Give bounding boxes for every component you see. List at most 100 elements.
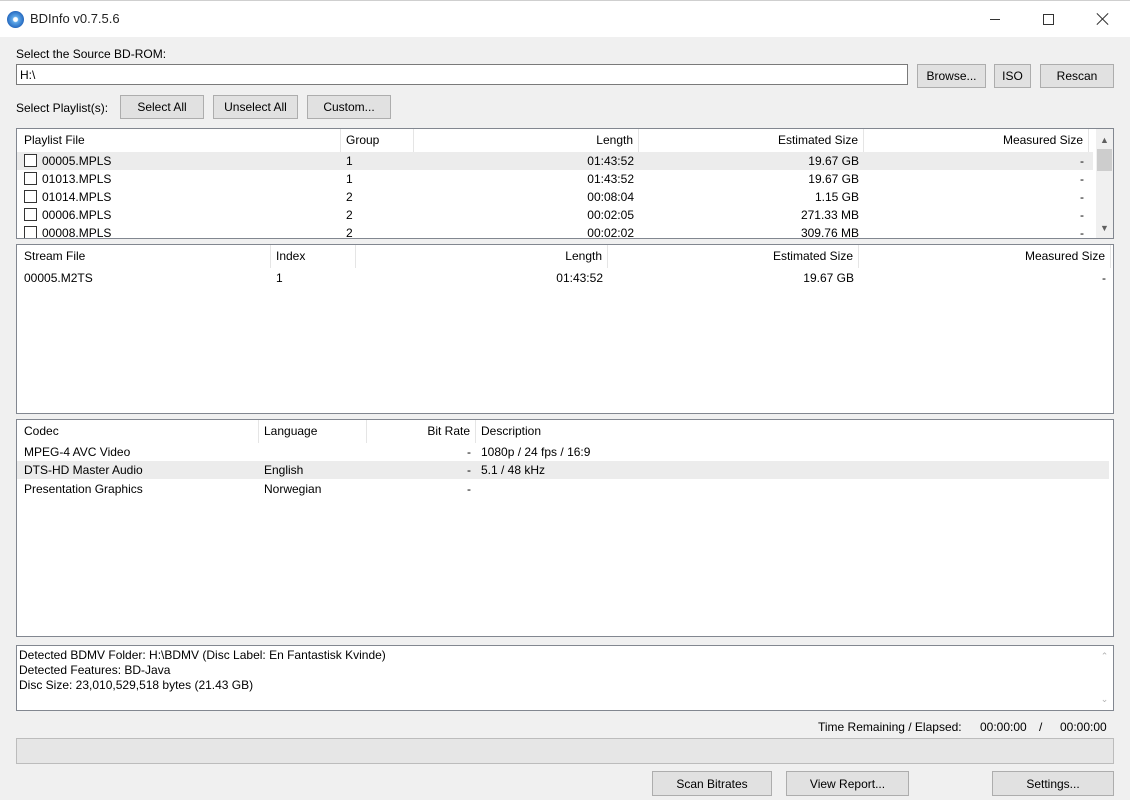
playlist-checkbox[interactable] xyxy=(24,190,37,203)
scroll-down-arrow-icon[interactable]: ▼ xyxy=(1096,219,1113,236)
stream-index: 1 xyxy=(276,271,283,285)
playlist-length: 00:08:04 xyxy=(587,190,634,204)
bdinfo-window: BDInfo v0.7.5.6 Select the Source BD-ROM… xyxy=(0,0,1130,800)
playlist-length: 01:43:52 xyxy=(587,172,634,186)
scroll-up-arrow-icon[interactable]: ▲ xyxy=(1096,131,1113,148)
scan-bitrates-button[interactable]: Scan Bitrates xyxy=(652,771,772,796)
log-line: Detected Features: BD-Java xyxy=(19,663,171,677)
playlist-length: 01:43:52 xyxy=(587,154,634,168)
rescan-button[interactable]: Rescan xyxy=(1040,64,1114,88)
playlist-measured-size: - xyxy=(1080,172,1084,186)
column-header[interactable]: Group xyxy=(341,129,414,152)
unselect-all-button[interactable]: Unselect All xyxy=(213,95,298,119)
log-line: Detected BDMV Folder: H:\BDMV (Disc Labe… xyxy=(19,648,386,662)
log-textbox[interactable]: Detected BDMV Folder: H:\BDMV (Disc Labe… xyxy=(16,645,1114,711)
playlist-checkbox[interactable] xyxy=(24,154,37,167)
minimize-button[interactable] xyxy=(968,1,1022,37)
table-row[interactable]: DTS-HD Master Audio English - 5.1 / 48 k… xyxy=(17,461,1109,479)
maximize-button[interactable] xyxy=(1021,1,1075,37)
codec-list[interactable]: Codec Language Bit Rate Description MPEG… xyxy=(16,419,1114,637)
playlist-estimated-size: 1.15 GB xyxy=(814,190,859,204)
column-header[interactable]: Bit Rate xyxy=(367,420,476,443)
playlist-group: 2 xyxy=(346,208,353,222)
column-header[interactable]: Language xyxy=(259,420,367,443)
column-header[interactable]: Length xyxy=(414,129,639,152)
log-scrollbar[interactable]: ⌃ ⌄ xyxy=(1096,646,1113,710)
stream-estimated-size: 19.67 GB xyxy=(803,271,854,285)
column-header[interactable]: Length xyxy=(356,245,608,268)
stream-file: 00005.M2TS xyxy=(24,271,93,285)
codec-description: 1080p / 24 fps / 16:9 xyxy=(481,445,591,459)
codec-language: English xyxy=(264,463,304,477)
bdinfo-disc-icon xyxy=(7,11,24,28)
column-header[interactable]: Estimated Size xyxy=(608,245,859,268)
table-row[interactable]: 00006.MPLS 2 00:02:05 271.33 MB - xyxy=(17,206,1093,224)
column-header[interactable]: Codec xyxy=(19,420,259,443)
playlist-file: 00006.MPLS xyxy=(42,208,112,222)
codec-bitrate: - xyxy=(467,482,471,496)
playlist-scrollbar[interactable]: ▲ ▼ xyxy=(1096,129,1113,238)
playlist-measured-size: - xyxy=(1080,208,1084,222)
table-row[interactable]: 01013.MPLS 1 01:43:52 19.67 GB - xyxy=(17,170,1093,188)
codec-bitrate: - xyxy=(467,445,471,459)
playlist-measured-size: - xyxy=(1080,154,1084,168)
select-all-button[interactable]: Select All xyxy=(120,95,204,119)
playlist-list-header: Playlist File Group Length Estimated Siz… xyxy=(17,129,1113,152)
column-header[interactable]: Estimated Size xyxy=(639,129,864,152)
playlist-file: 00008.MPLS xyxy=(42,226,112,239)
playlist-file: 01014.MPLS xyxy=(42,190,112,204)
table-row[interactable]: 00005.MPLS 1 01:43:52 19.67 GB - xyxy=(17,152,1093,170)
codec-language xyxy=(259,443,367,461)
table-row[interactable]: 00005.M2TS 1 01:43:52 19.67 GB - xyxy=(17,269,1111,287)
playlist-select-label: Select Playlist(s): xyxy=(16,101,109,115)
playlist-checkbox[interactable] xyxy=(24,172,37,185)
table-row[interactable]: 00008.MPLS 2 00:02:02 309.76 MB - xyxy=(17,224,1093,239)
codec-name: MPEG-4 AVC Video xyxy=(24,445,131,459)
iso-button[interactable]: ISO xyxy=(994,64,1031,88)
close-icon xyxy=(1097,13,1109,25)
stream-list[interactable]: Stream File Index Length Estimated Size … xyxy=(16,244,1114,414)
column-header[interactable]: Stream File xyxy=(19,245,271,268)
column-header[interactable]: Measured Size xyxy=(864,129,1089,152)
playlist-estimated-size: 271.33 MB xyxy=(800,208,859,222)
scan-progress-bar xyxy=(16,738,1114,764)
playlist-group: 1 xyxy=(346,172,353,186)
custom-button[interactable]: Custom... xyxy=(307,95,391,119)
playlist-group: 2 xyxy=(346,226,353,239)
table-row[interactable]: MPEG-4 AVC Video - 1080p / 24 fps / 16:9 xyxy=(17,443,1109,461)
playlist-list[interactable]: Playlist File Group Length Estimated Siz… xyxy=(16,128,1114,239)
settings-button[interactable]: Settings... xyxy=(992,771,1114,796)
playlist-file: 01013.MPLS xyxy=(42,172,112,186)
playlist-length: 00:02:02 xyxy=(587,226,634,239)
log-line: Disc Size: 23,010,529,518 bytes (21.43 G… xyxy=(19,678,254,692)
time-elapsed-value: 00:00:00 xyxy=(1060,720,1107,734)
codec-bitrate: - xyxy=(467,463,471,477)
playlist-checkbox[interactable] xyxy=(24,226,37,238)
view-report-button[interactable]: View Report... xyxy=(786,771,909,796)
playlist-measured-size: - xyxy=(1080,226,1084,239)
playlist-estimated-size: 19.67 GB xyxy=(808,154,859,168)
source-label: Select the Source BD-ROM: xyxy=(16,47,167,61)
codec-description: 5.1 / 48 kHz xyxy=(481,463,546,477)
playlist-estimated-size: 19.67 GB xyxy=(808,172,859,186)
playlist-measured-size: - xyxy=(1080,190,1084,204)
scroll-down-arrow-icon[interactable]: ⌄ xyxy=(1096,691,1113,708)
column-header[interactable]: Playlist File xyxy=(19,129,341,152)
scrollbar-thumb[interactable] xyxy=(1097,149,1112,171)
playlist-checkbox[interactable] xyxy=(24,208,37,221)
column-header[interactable]: Description xyxy=(476,420,776,443)
codec-name: Presentation Graphics xyxy=(24,482,143,496)
minimize-icon xyxy=(990,18,1000,20)
column-header[interactable]: Measured Size xyxy=(859,245,1111,268)
table-row[interactable]: Presentation Graphics Norwegian - xyxy=(17,480,1109,498)
column-header[interactable]: Index xyxy=(271,245,356,268)
scroll-up-arrow-icon[interactable]: ⌃ xyxy=(1096,648,1113,665)
stream-list-header: Stream File Index Length Estimated Size … xyxy=(17,245,1113,268)
close-button[interactable] xyxy=(1076,1,1130,37)
codec-name: DTS-HD Master Audio xyxy=(24,463,143,477)
stream-measured-size: - xyxy=(1102,271,1106,285)
maximize-icon xyxy=(1042,13,1054,25)
table-row[interactable]: 01014.MPLS 2 00:08:04 1.15 GB - xyxy=(17,188,1093,206)
browse-button[interactable]: Browse... xyxy=(917,64,986,88)
source-path-input[interactable] xyxy=(16,64,908,85)
